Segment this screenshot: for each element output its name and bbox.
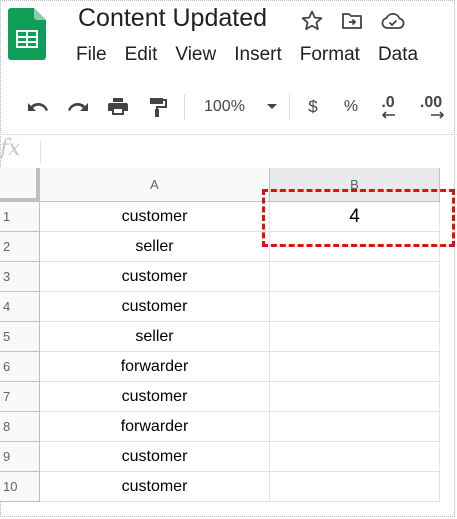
cell-b[interactable]	[270, 382, 440, 412]
row-header[interactable]: 6	[0, 352, 40, 382]
row-number: 3	[3, 269, 11, 284]
row-number: 2	[3, 239, 11, 254]
chevron-down-icon	[266, 104, 277, 109]
cell-a[interactable]: forwarder	[40, 412, 270, 442]
cell-a[interactable]: forwarder	[40, 352, 270, 382]
percent-label: %	[343, 98, 359, 115]
row-number: 1	[3, 209, 11, 224]
row-header[interactable]: 8	[0, 412, 40, 442]
row-header[interactable]: 4	[0, 292, 40, 322]
sheets-logo-icon[interactable]	[8, 8, 46, 60]
move-folder-icon[interactable]	[340, 9, 364, 33]
row-header[interactable]: 5	[0, 322, 40, 352]
select-all-corner[interactable]	[0, 168, 40, 202]
row-number: 4	[3, 299, 11, 314]
toolbar-separator	[184, 94, 185, 120]
paint-roller-icon	[150, 98, 167, 117]
cell-b[interactable]	[270, 322, 440, 352]
row-header[interactable]: 1	[0, 202, 40, 232]
currency-button[interactable]: $	[300, 94, 326, 120]
cell-b[interactable]	[270, 442, 440, 472]
cell-a[interactable]: seller	[40, 322, 270, 352]
decrease-decimal-button[interactable]: .0	[373, 94, 403, 120]
cell-b[interactable]	[270, 292, 440, 322]
cell-a[interactable]: seller	[40, 232, 270, 262]
cell-a[interactable]: customer	[40, 382, 270, 412]
row-number: 10	[3, 479, 18, 494]
row-number: 8	[3, 419, 11, 434]
column-header-a[interactable]: A	[40, 168, 270, 202]
document-title[interactable]: Content Updated	[78, 4, 267, 33]
cloud-saved-icon[interactable]	[380, 9, 406, 33]
cell-b[interactable]	[270, 472, 440, 502]
row-header[interactable]: 3	[0, 262, 40, 292]
increase-decimal-button[interactable]: .00	[413, 94, 449, 120]
row-number: 7	[3, 389, 11, 404]
row-number: 5	[3, 329, 11, 344]
redo-button[interactable]	[64, 94, 92, 120]
row-number: 9	[3, 449, 11, 464]
undo-button[interactable]	[24, 94, 52, 120]
fx-label: fx	[0, 136, 21, 161]
selected-cell-highlight	[262, 189, 455, 247]
menu-file[interactable]: File	[76, 44, 107, 66]
redo-icon	[68, 103, 88, 111]
formula-input[interactable]	[48, 139, 448, 163]
increase-decimal-label: .00	[419, 94, 443, 111]
cell-a[interactable]: customer	[40, 442, 270, 472]
cell-b[interactable]	[270, 412, 440, 442]
row-header[interactable]: 2	[0, 232, 40, 262]
menu-data[interactable]: Data	[378, 44, 418, 66]
zoom-value: 100%	[204, 98, 245, 115]
print-icon	[108, 98, 128, 115]
cell-b[interactable]	[270, 352, 440, 382]
menu-format[interactable]: Format	[300, 44, 360, 66]
toolbar: 100% $ % .0 .00	[0, 84, 457, 132]
currency-label: $	[308, 97, 318, 116]
cell-a[interactable]: customer	[40, 262, 270, 292]
percent-button[interactable]: %	[338, 94, 364, 120]
cell-a[interactable]: customer	[40, 292, 270, 322]
cell-a[interactable]: customer	[40, 472, 270, 502]
menu-insert[interactable]: Insert	[234, 44, 282, 66]
paint-format-button[interactable]	[144, 94, 172, 120]
cell-a[interactable]: customer	[40, 202, 270, 232]
decrease-decimal-label: .0	[381, 94, 395, 111]
formula-bar: fx	[0, 134, 457, 168]
undo-icon	[28, 103, 48, 111]
print-button[interactable]	[104, 94, 132, 120]
toolbar-separator	[289, 94, 290, 120]
arrow-left-icon	[381, 111, 395, 119]
menu-bar: File Edit View Insert Format Data	[76, 44, 436, 66]
formula-bar-separator	[40, 141, 41, 163]
row-number: 6	[3, 359, 11, 374]
star-icon[interactable]	[300, 9, 324, 33]
zoom-select[interactable]: 100%	[198, 94, 282, 120]
arrow-right-icon	[431, 111, 445, 119]
row-header[interactable]: 7	[0, 382, 40, 412]
cell-b[interactable]	[270, 262, 440, 292]
row-header[interactable]: 9	[0, 442, 40, 472]
row-header[interactable]: 10	[0, 472, 40, 502]
menu-view[interactable]: View	[175, 44, 216, 66]
menu-edit[interactable]: Edit	[125, 44, 158, 66]
